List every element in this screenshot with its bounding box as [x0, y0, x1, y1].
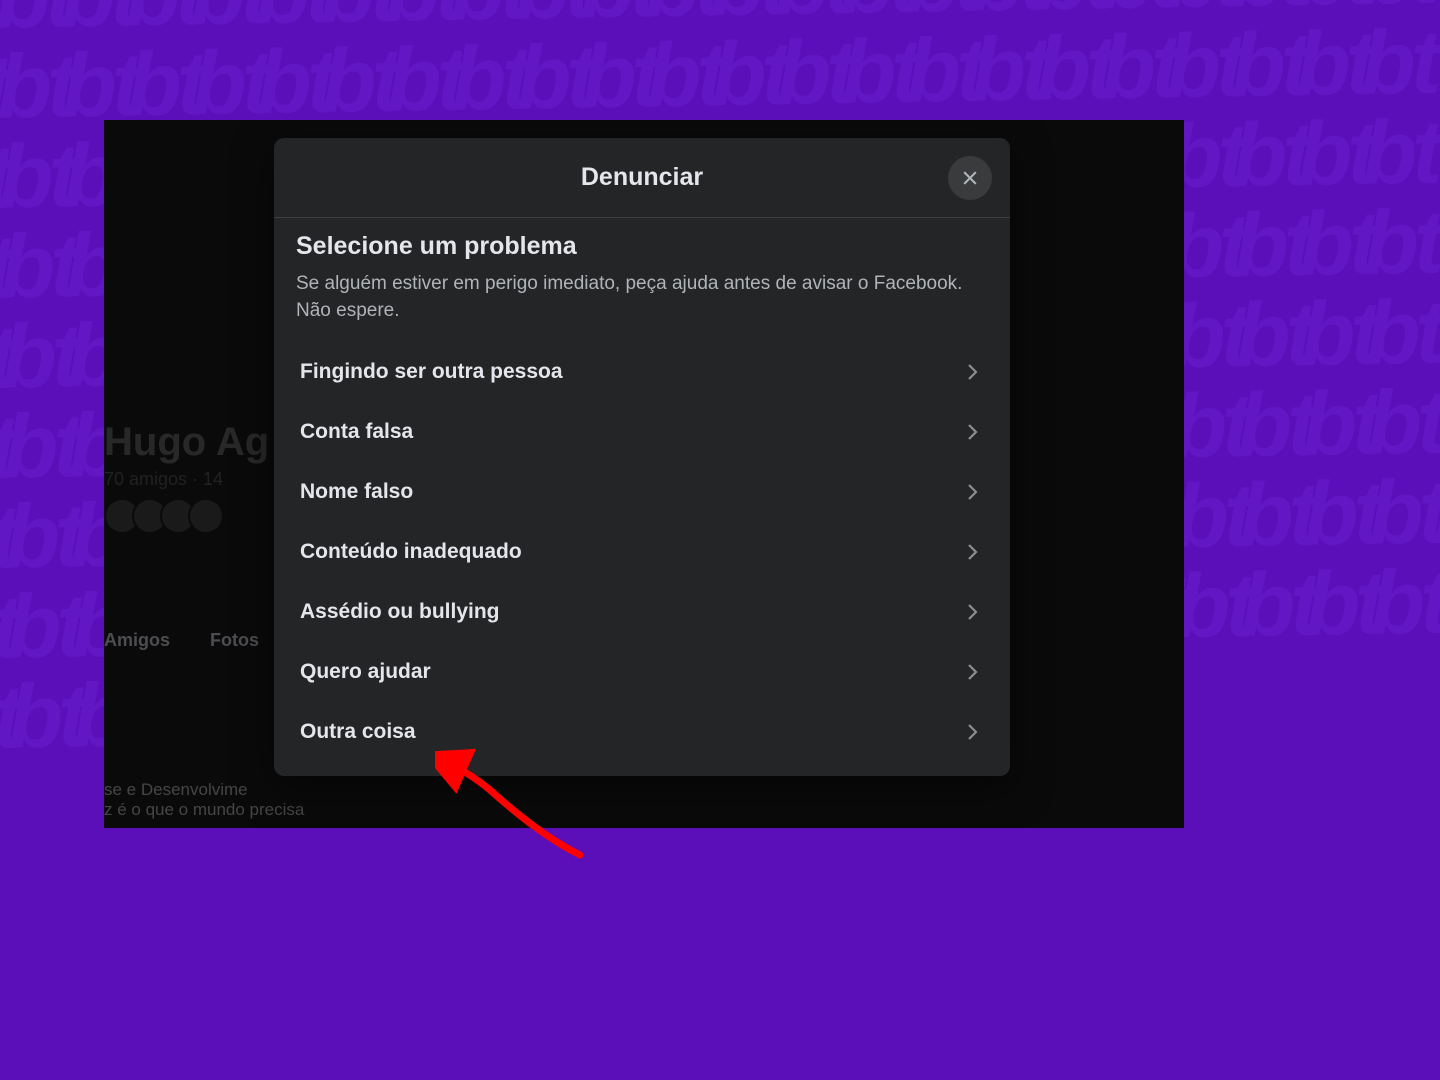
chevron-right-icon: [960, 660, 984, 684]
report-modal: Denunciar Selecione um problema Se algué…: [274, 138, 1010, 776]
modal-body: Selecione um problema Se alguém estiver …: [274, 218, 1010, 776]
background-tabs: Amigos Fotos: [104, 630, 259, 651]
background-profile-name: Hugo Ag: [104, 420, 269, 465]
option-label: Conta falsa: [300, 420, 413, 444]
background-bottom-line: se e Desenvolvime: [104, 780, 304, 800]
option-something-else[interactable]: Outra coisa: [296, 702, 988, 762]
close-button[interactable]: [948, 156, 992, 200]
modal-title: Denunciar: [581, 163, 703, 192]
background-tab: Fotos: [210, 630, 259, 651]
background-bottom-line: z é o que o mundo precisa: [104, 800, 304, 820]
option-fake-name[interactable]: Nome falso: [296, 462, 988, 522]
option-harassment-bullying[interactable]: Assédio ou bullying: [296, 582, 988, 642]
option-list: Fingindo ser outra pessoa Conta falsa No…: [296, 342, 988, 762]
option-fake-account[interactable]: Conta falsa: [296, 402, 988, 462]
option-label: Conteúdo inadequado: [300, 540, 522, 564]
option-label: Quero ajudar: [300, 660, 431, 684]
chevron-right-icon: [960, 600, 984, 624]
option-inappropriate-content[interactable]: Conteúdo inadequado: [296, 522, 988, 582]
chevron-right-icon: [960, 420, 984, 444]
background-profile-area: Hugo Ag 70 amigos · 14: [104, 420, 269, 534]
option-label: Nome falso: [300, 480, 413, 504]
chevron-right-icon: [960, 480, 984, 504]
option-label: Assédio ou bullying: [300, 600, 500, 624]
option-impersonation[interactable]: Fingindo ser outra pessoa: [296, 342, 988, 402]
option-label: Fingindo ser outra pessoa: [300, 360, 563, 384]
chevron-right-icon: [960, 720, 984, 744]
modal-header: Denunciar: [274, 138, 1010, 218]
background-tab: Amigos: [104, 630, 170, 651]
close-icon: [960, 168, 980, 188]
chevron-right-icon: [960, 540, 984, 564]
option-want-to-help[interactable]: Quero ajudar: [296, 642, 988, 702]
background-bottom-text: se e Desenvolvime z é o que o mundo prec…: [104, 780, 304, 820]
chevron-right-icon: [960, 360, 984, 384]
screenshot-frame: Hugo Ag 70 amigos · 14 Amigos Fotos se e…: [104, 120, 1184, 828]
background-avatars: [104, 498, 269, 534]
section-title: Selecione um problema: [296, 232, 988, 261]
background-profile-sub: 70 amigos · 14: [104, 469, 269, 490]
section-description: Se alguém estiver em perigo imediato, pe…: [296, 271, 988, 324]
avatar: [188, 498, 224, 534]
option-label: Outra coisa: [300, 720, 416, 744]
